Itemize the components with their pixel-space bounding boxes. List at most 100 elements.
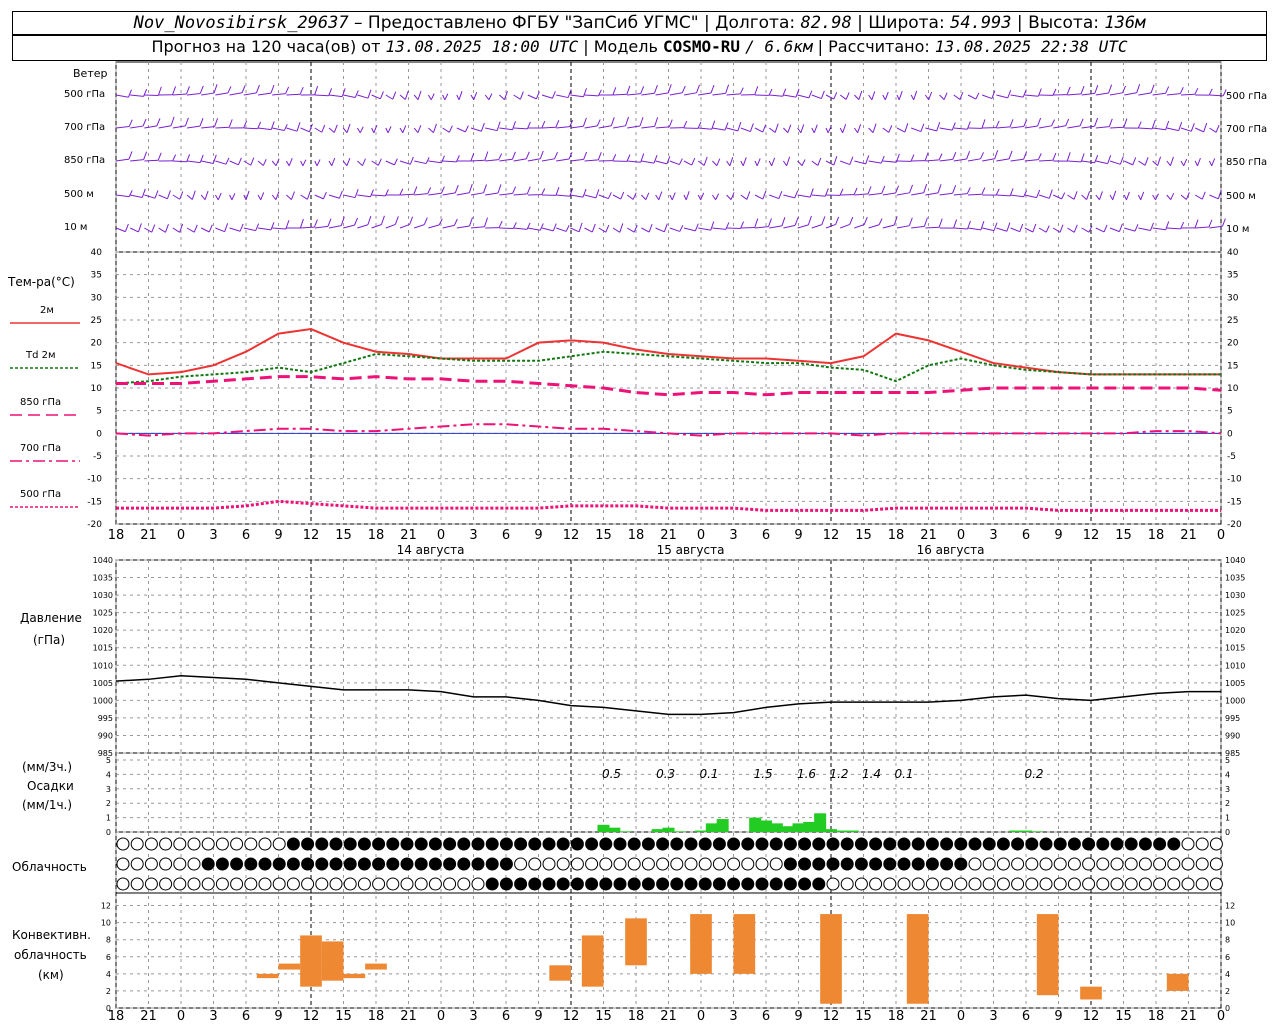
wind-barb xyxy=(158,116,175,129)
cloud-symbol xyxy=(854,837,868,851)
hour-tick-label-bottom: 9 xyxy=(1054,1009,1062,1024)
cloud-circle xyxy=(1011,837,1025,851)
wind-barb xyxy=(1095,118,1113,129)
cloud-circle xyxy=(954,837,968,851)
wind-barb xyxy=(570,117,587,129)
wind-barb-feather xyxy=(430,93,435,101)
wind-barb-shaft xyxy=(1180,160,1185,167)
cloud-circle xyxy=(585,837,599,851)
cloud-symbol xyxy=(755,877,769,891)
wind-barb xyxy=(115,151,133,162)
wind-barb xyxy=(1180,219,1199,229)
cloud-circle xyxy=(556,857,570,871)
cloud-symbol xyxy=(570,837,584,851)
cloud-circle xyxy=(826,857,840,871)
cloud-circle xyxy=(230,837,244,851)
cloud-symbol xyxy=(215,877,229,891)
cloud-circle xyxy=(187,877,201,891)
wind-barb xyxy=(556,188,574,197)
wind-barb xyxy=(811,157,822,166)
wind-barb xyxy=(414,157,430,165)
wind-barb-shaft xyxy=(669,160,680,166)
wind-barb-feather xyxy=(260,192,265,200)
wind-barb-feather xyxy=(867,186,872,195)
wind-barb-shaft xyxy=(584,94,599,97)
wind-barb-feather xyxy=(393,158,398,166)
wind-barb-shaft xyxy=(485,159,499,162)
cloud-circle xyxy=(1110,837,1124,851)
hour-tick-label: 21 xyxy=(400,528,417,543)
wind-barb-shaft xyxy=(655,92,669,96)
wind-barb-shaft xyxy=(754,127,763,133)
cloud-symbol xyxy=(727,837,741,851)
cloud-symbol xyxy=(670,857,684,871)
wind-barb-feather xyxy=(1196,158,1201,167)
cloud-circle xyxy=(570,877,584,891)
wind-barb-feather xyxy=(625,116,630,126)
wind-barb-feather xyxy=(786,156,791,166)
wind-barb-shaft xyxy=(967,227,982,231)
cloud-symbol xyxy=(428,857,442,871)
cloud-symbol xyxy=(940,837,954,851)
wind-barb-shaft xyxy=(172,194,181,200)
pressure-tick-label-right: 1015 xyxy=(1225,644,1245,653)
cloud-symbol xyxy=(471,837,485,851)
wind-barb-shaft xyxy=(357,94,369,99)
cloud-circle xyxy=(414,857,428,871)
cloud-circle xyxy=(201,877,215,891)
wind-barb xyxy=(996,150,1013,162)
cloud-circle xyxy=(386,857,400,871)
wind-barb-feather xyxy=(878,218,883,225)
cloud-symbol xyxy=(144,857,158,871)
wind-barb xyxy=(399,90,409,100)
wind-barb-shaft xyxy=(130,125,144,129)
wind-barb-shaft xyxy=(1109,194,1114,201)
wind-barb-feather xyxy=(255,223,260,231)
wind-barb xyxy=(925,153,943,162)
wind-barb-shaft xyxy=(130,94,144,97)
wind-barb-feather xyxy=(157,86,162,96)
wind-barb xyxy=(485,220,503,229)
cloud-symbol xyxy=(1181,837,1195,851)
pressure-tick-label-right: 1010 xyxy=(1225,661,1245,670)
cloud-symbol xyxy=(159,877,173,891)
wind-barb-shaft xyxy=(115,94,129,98)
wind-barb xyxy=(158,154,177,162)
wind-barb-shaft xyxy=(541,126,556,129)
cloud-circle xyxy=(556,837,570,851)
wind-barb xyxy=(782,156,791,167)
wind-barb-feather xyxy=(1009,119,1014,128)
cloud-symbol xyxy=(1053,837,1067,851)
wind-barb-shaft xyxy=(272,227,286,230)
cloud-circle xyxy=(443,857,457,871)
wind-barb-shaft xyxy=(754,194,764,200)
wind-barb-shaft xyxy=(882,192,896,196)
wind-barb xyxy=(1109,118,1128,129)
wind-barb-feather xyxy=(1150,84,1155,94)
pressure-tick-label: 1020 xyxy=(93,626,113,635)
wind-barb xyxy=(1180,192,1190,200)
wind-barb xyxy=(1081,191,1091,200)
wind-barb xyxy=(811,188,829,197)
wind-barb xyxy=(272,86,290,96)
wind-barb-shaft xyxy=(229,92,243,96)
precip-tick-label: 3 xyxy=(106,785,111,794)
wind-barb xyxy=(570,222,583,233)
cloud-symbol xyxy=(897,837,911,851)
wind-barb-feather xyxy=(1183,158,1188,167)
cloud-circle xyxy=(613,857,627,871)
wind-barb-shaft xyxy=(399,193,414,196)
cloud-symbol xyxy=(1053,877,1067,891)
wind-barb-feather xyxy=(813,124,818,133)
wind-barb xyxy=(215,157,230,165)
cloud-circle xyxy=(514,877,528,891)
wind-barb-shaft xyxy=(357,194,371,198)
temp-tick-label: -20 xyxy=(87,520,102,530)
cloud-circle xyxy=(897,877,911,891)
cloud-circle xyxy=(499,857,513,871)
wind-barb-feather xyxy=(716,158,721,166)
wind-barb-feather xyxy=(484,151,489,161)
hour-tick-label: 18 xyxy=(108,528,125,543)
cloud-circle xyxy=(570,857,584,871)
wind-barb-shaft xyxy=(683,194,687,201)
